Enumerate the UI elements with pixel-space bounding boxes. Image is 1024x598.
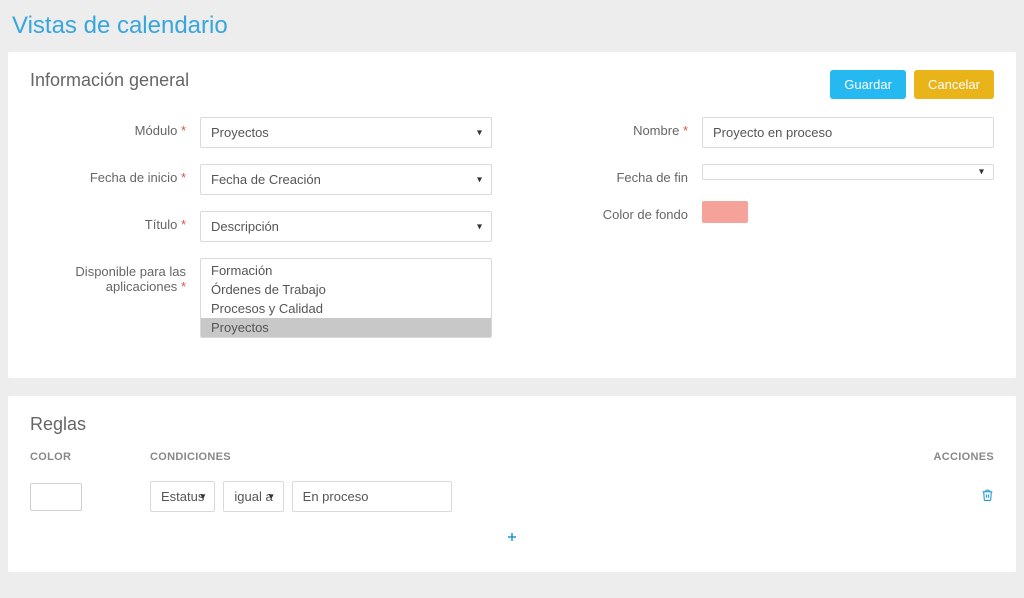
rule-field-select[interactable]: Estatus [150,481,215,512]
apps-listbox[interactable]: FacturaciónFormaciónÓrdenes de TrabajoPr… [200,258,492,338]
add-rule-button[interactable] [506,530,518,547]
rule-value-input[interactable] [292,481,452,512]
apps-listbox-item[interactable]: Proyectos [201,318,491,337]
apps-listbox-item[interactable]: Órdenes de Trabajo [201,280,491,299]
rule-row: Estatus igual a [30,473,994,520]
name-label: Nombre * [532,117,702,138]
panel-actions: Guardar Cancelar [830,70,994,99]
rule-color-chip[interactable] [30,483,82,511]
apps-listbox-item[interactable]: Formación [201,261,491,280]
rules-panel: Reglas COLOR CONDICIONES ACCIONES Estatu… [8,396,1016,572]
rule-operator-select[interactable]: igual a [223,481,283,512]
start-date-label: Fecha de inicio * [30,164,200,185]
end-date-select[interactable] [702,164,994,180]
name-input[interactable] [702,117,994,148]
title-label: Título * [30,211,200,232]
rules-panel-title: Reglas [30,414,994,435]
general-info-panel: Información general Guardar Cancelar Mód… [8,52,1016,378]
end-date-label: Fecha de fin [532,164,702,185]
delete-rule-button[interactable] [981,489,994,505]
apps-listbox-item[interactable]: Procesos y Calidad [201,299,491,318]
cancel-button[interactable]: Cancelar [914,70,994,99]
title-select[interactable]: Descripción [200,211,492,242]
plus-icon [506,531,518,543]
bg-color-label: Color de fondo [532,201,702,222]
trash-icon [981,488,994,502]
module-label: Módulo * [30,117,200,138]
save-button[interactable]: Guardar [830,70,906,99]
general-panel-title: Información general [30,70,189,91]
apps-label: Disponible para las aplicaciones * [30,258,200,294]
page-title: Vistas de calendario [8,8,1016,52]
bg-color-swatch[interactable] [702,201,748,223]
rules-header-color: COLOR [30,451,150,463]
rules-header-actions: ACCIONES [904,451,994,463]
module-select[interactable]: Proyectos [200,117,492,148]
start-date-select[interactable]: Fecha de Creación [200,164,492,195]
rules-header-conditions: CONDICIONES [150,451,904,463]
